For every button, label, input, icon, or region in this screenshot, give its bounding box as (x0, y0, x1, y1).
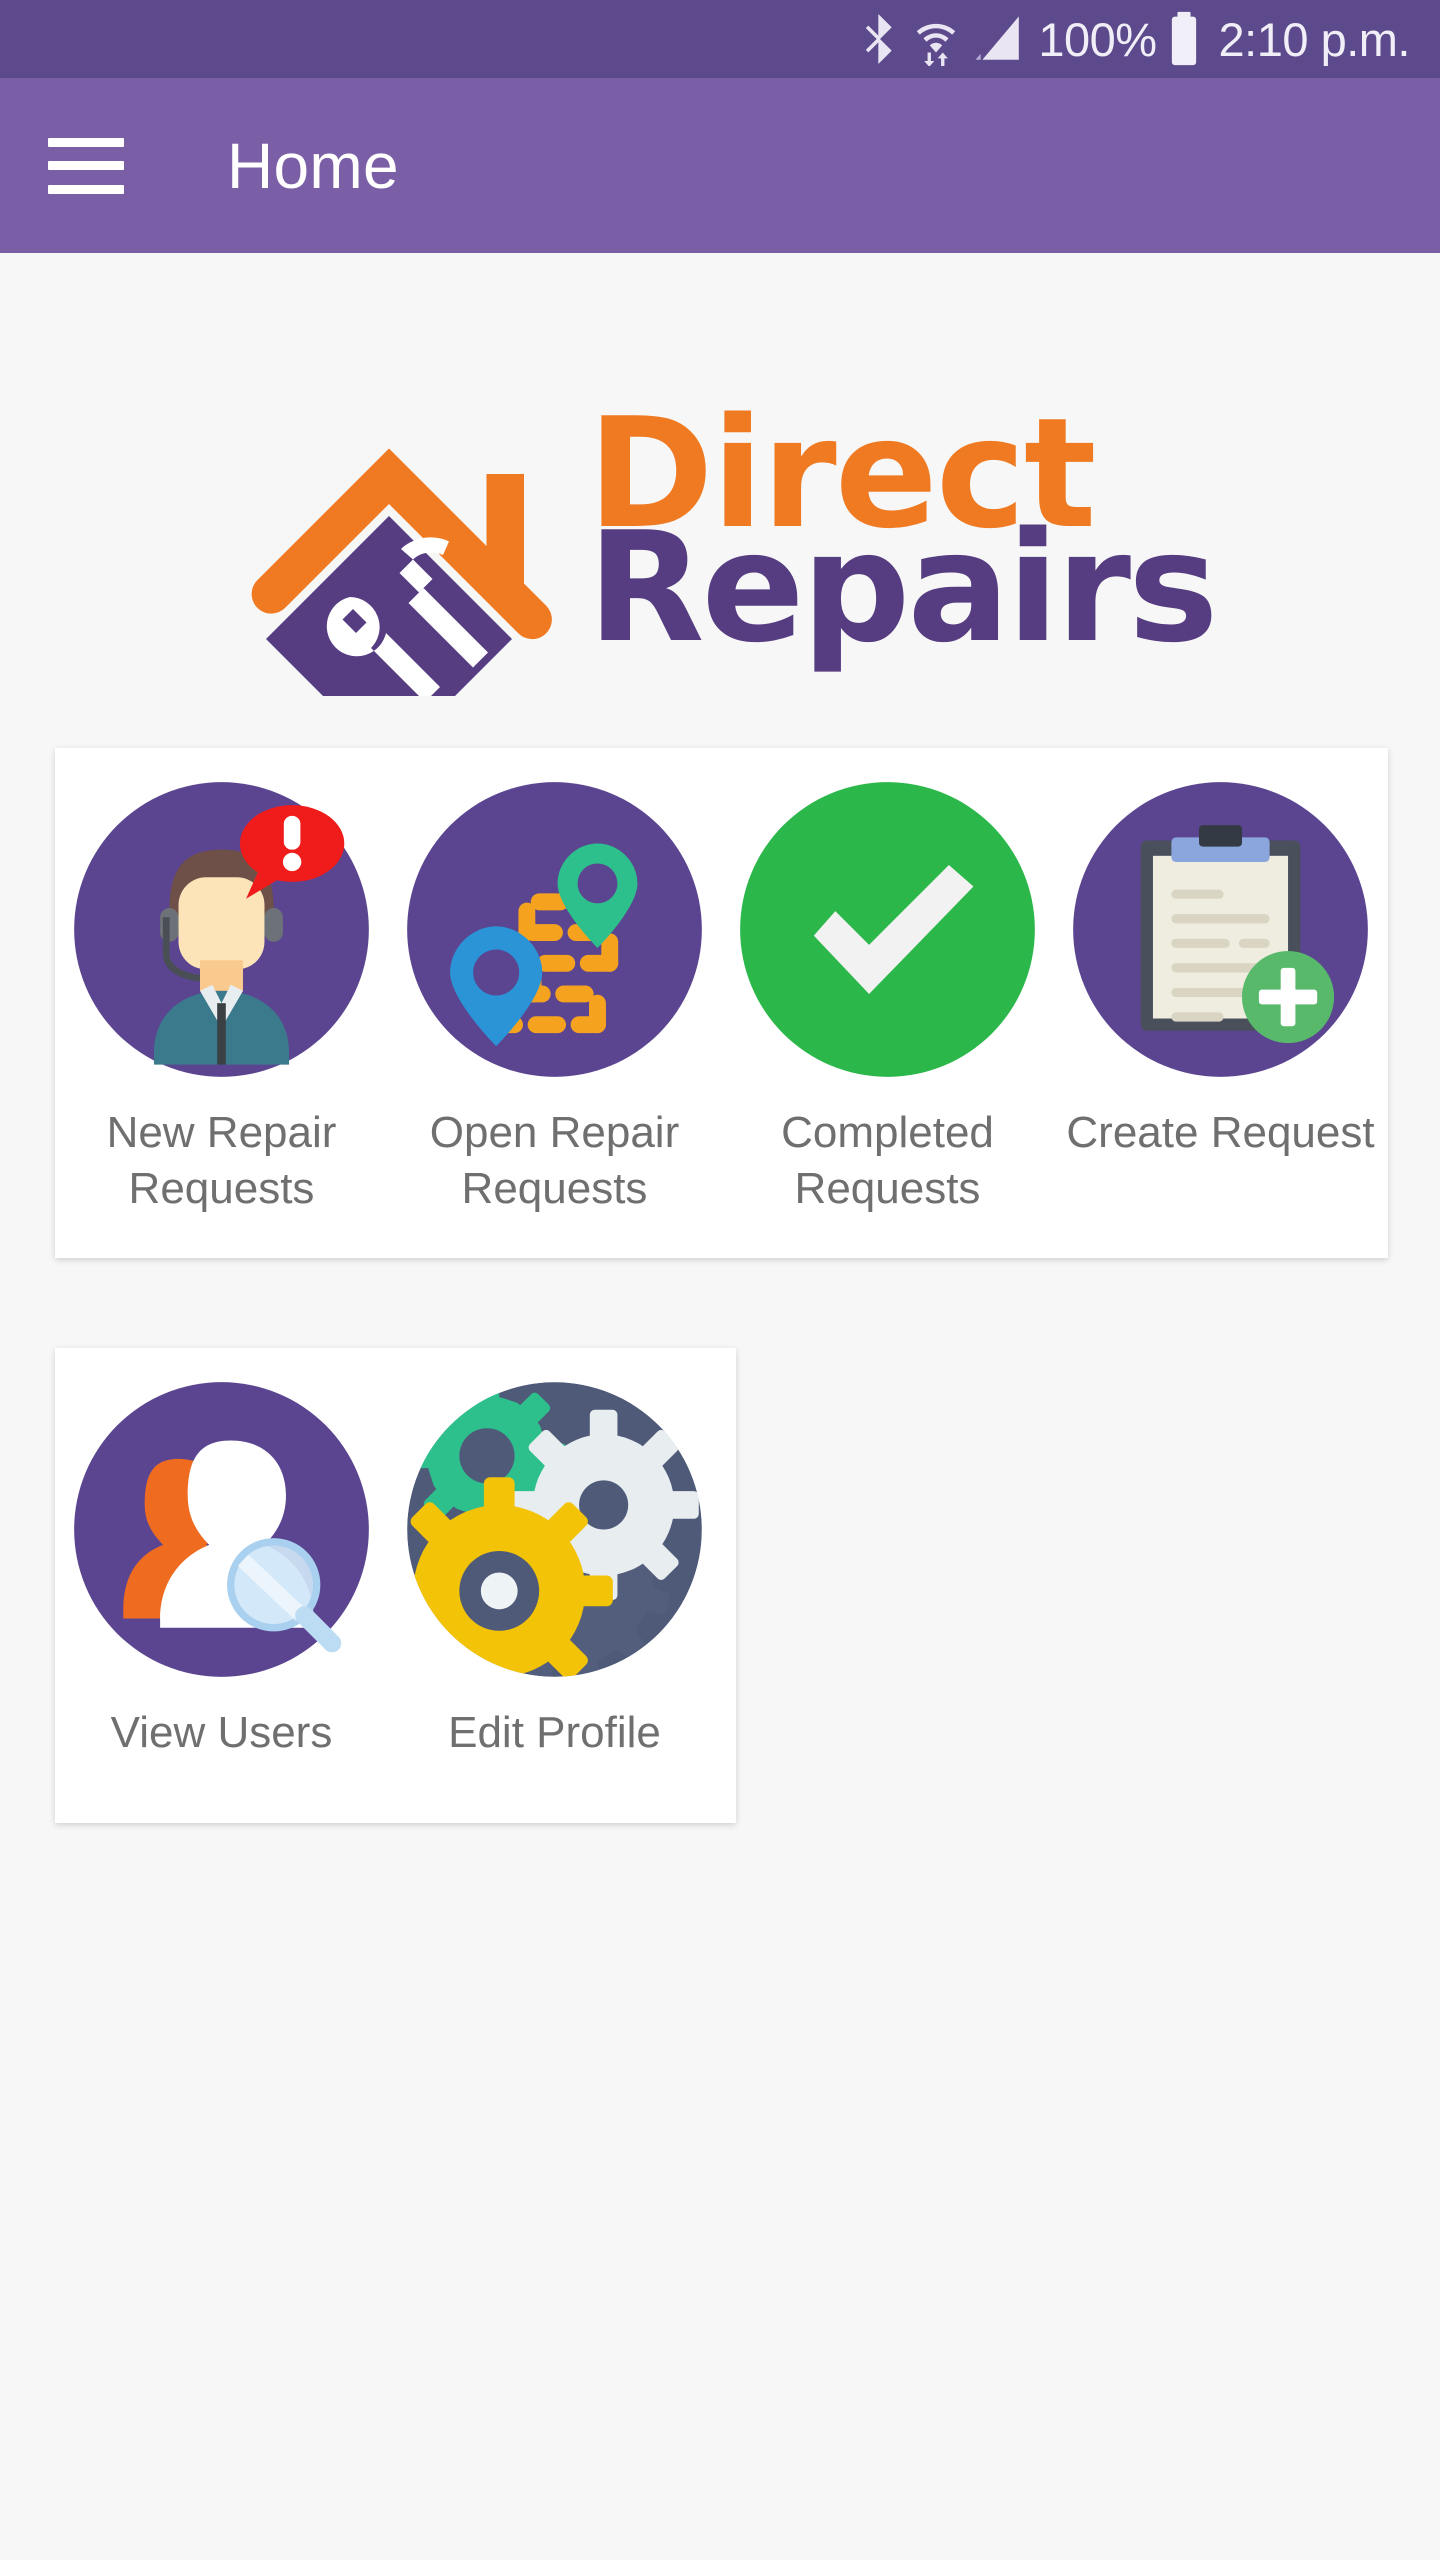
tile-open-repair-requests[interactable]: Open Repair Requests (388, 776, 721, 1258)
hamburger-menu-icon[interactable] (48, 137, 124, 194)
primary-actions-card: New Repair Requests Open Repair Requests… (55, 748, 1388, 1258)
battery-full-icon (1167, 11, 1201, 67)
tile-label: Edit Profile (448, 1705, 661, 1761)
tile-label: Open Repair Requests (430, 1105, 679, 1217)
hamburger-bar (48, 161, 124, 170)
status-bar: 100% 2:10 p.m. (0, 0, 1440, 78)
tile-label-line: Open Repair (429, 1108, 680, 1157)
route-map-pins-icon (407, 782, 702, 1077)
tile-new-repair-requests[interactable]: New Repair Requests (55, 776, 388, 1258)
brand-word-repairs: Repairs (587, 499, 1218, 676)
tile-label: View Users (111, 1705, 333, 1761)
support-agent-alert-icon (74, 782, 369, 1077)
app-screen: 100% 2:10 p.m. Home Direct Repairs New R… (0, 0, 1440, 2560)
tile-label-line: Requests (461, 1163, 648, 1213)
hamburger-bar (48, 184, 124, 194)
tile-label-line: Requests (128, 1163, 315, 1213)
tile-label-line: View Users (110, 1708, 333, 1757)
tile-label: New Repair Requests (107, 1105, 337, 1217)
users-magnifier-icon (74, 1382, 369, 1677)
battery-percent-label: 100% (1038, 12, 1157, 66)
tile-label-line: Completed (781, 1108, 994, 1157)
tile-view-users[interactable]: View Users (55, 1376, 388, 1823)
page-title: Home (227, 129, 399, 202)
tile-label: Completed Requests (781, 1105, 994, 1217)
hamburger-bar (48, 137, 124, 147)
brand-wordmark: Direct Repairs (587, 398, 1218, 676)
main-content: Direct Repairs New Repair Requests Open … (0, 253, 1440, 2560)
tile-label-line: New Repair (106, 1108, 337, 1157)
bluetooth-icon (860, 12, 900, 66)
green-checkmark-icon (740, 782, 1035, 1077)
account-actions-card: View Users Edit Profile (55, 1348, 736, 1823)
house-hammer-wrench-logo-icon (252, 448, 553, 696)
tile-completed-requests[interactable]: Completed Requests (721, 776, 1054, 1258)
tile-label-line: Create Request (1066, 1108, 1375, 1157)
tile-create-request[interactable]: Create Request (1054, 776, 1387, 1258)
tile-label-line: Requests (794, 1163, 981, 1213)
tile-label-line: Edit Profile (448, 1708, 661, 1757)
signal-bars-icon (972, 13, 1024, 65)
status-bar-clock: 2:10 p.m. (1218, 12, 1411, 66)
tile-edit-profile[interactable]: Edit Profile (388, 1376, 721, 1823)
clipboard-plus-icon (1073, 782, 1368, 1077)
tile-label: Create Request (1066, 1105, 1374, 1161)
brand-logo: Direct Repairs (0, 366, 1440, 696)
gears-settings-icon (407, 1382, 702, 1677)
wifi-icon (914, 12, 958, 66)
app-bar: Home (0, 78, 1440, 253)
